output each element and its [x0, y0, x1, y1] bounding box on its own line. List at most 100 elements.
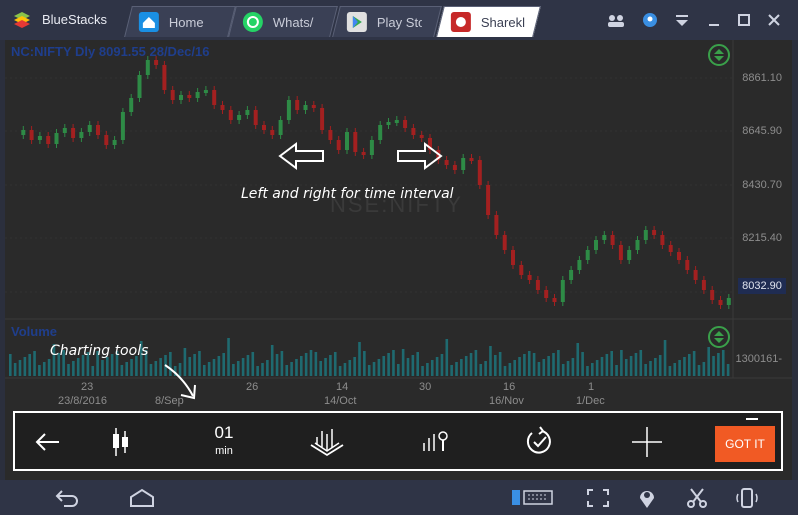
close-icon[interactable] [764, 10, 784, 30]
volume-bar [9, 354, 12, 376]
volume-bar [673, 363, 677, 376]
candle-body [527, 275, 532, 280]
volume-bar [527, 351, 531, 376]
volume-bar [421, 366, 424, 376]
location-pin-icon[interactable] [633, 486, 661, 510]
candle-body [469, 158, 474, 161]
volume-bar [290, 362, 293, 376]
tab-play-store[interactable]: Play Sto [332, 6, 442, 37]
candle-body [170, 90, 175, 100]
location-icon[interactable] [640, 10, 660, 30]
refresh-timer-icon[interactable] [520, 423, 560, 461]
volume-bar [28, 354, 31, 376]
volume-bar [270, 345, 274, 376]
minimize-icon[interactable] [704, 10, 724, 30]
scissors-icon[interactable] [683, 486, 711, 510]
menu-icon[interactable] [672, 10, 692, 30]
tab-home[interactable]: Home [124, 6, 236, 37]
volume-bar [227, 338, 230, 376]
volume-toggle-icon[interactable] [708, 326, 730, 348]
candle-body [21, 130, 26, 135]
volume-bar [678, 360, 681, 376]
volume-bar [406, 358, 410, 376]
whatsapp-icon [242, 12, 263, 32]
volume-bar [663, 340, 667, 376]
rotate-device-icon[interactable] [733, 486, 761, 510]
volume-bar [275, 354, 279, 376]
volume-bar [178, 363, 182, 376]
volume-bar [552, 353, 555, 376]
candle-body [311, 105, 316, 108]
volume-bar [13, 363, 17, 376]
chart-toggle-icon[interactable] [708, 44, 730, 66]
users-icon[interactable] [606, 10, 626, 30]
studies-book-icon[interactable] [307, 423, 347, 461]
maximize-icon[interactable] [734, 10, 754, 30]
home-nav-icon[interactable] [128, 486, 156, 510]
candle-body [179, 95, 183, 100]
crosshair-icon[interactable] [627, 423, 667, 461]
volume-bar [149, 364, 153, 376]
volume-bar [697, 365, 701, 376]
date-axis-label: 1/Dec [576, 395, 605, 407]
volume-bar [610, 351, 613, 376]
candle-body [403, 120, 408, 128]
got-it-button[interactable]: GOT IT [715, 426, 775, 462]
candle-body [544, 290, 549, 298]
volume-bar [101, 360, 104, 376]
volume-bar [654, 358, 657, 376]
candle-body [477, 160, 482, 185]
volume-bar [348, 360, 352, 376]
volume-bar [304, 353, 308, 376]
play-store-icon [346, 12, 367, 32]
volume-bar [644, 364, 647, 376]
volume-axis-label: 1300161- [735, 353, 783, 365]
tab-whatsapp[interactable]: Whats/ [228, 6, 338, 37]
volume-bar [33, 351, 36, 376]
volume-bar [460, 359, 463, 376]
price-axis-label: 8861.10 [742, 72, 782, 84]
volume-bar [615, 365, 618, 376]
volume-bar [469, 353, 473, 376]
candle-body [46, 136, 51, 144]
candlestick-series [21, 56, 731, 309]
volume-bar [207, 362, 211, 376]
volume-bar [261, 363, 264, 376]
back-arrow-icon[interactable] [29, 423, 69, 461]
candle-body [718, 300, 723, 305]
time-interval-hint: Left and right for time interval [241, 186, 454, 202]
candle-body [195, 92, 200, 98]
volume-bar [591, 363, 594, 376]
time-interval-button[interactable]: 01 min [204, 423, 244, 461]
candle-body [361, 152, 366, 155]
candle-body [610, 235, 615, 245]
date-axis-label: 1 [588, 381, 595, 393]
back-icon[interactable] [52, 486, 80, 510]
candle-body [237, 115, 242, 120]
candle-body [444, 160, 449, 165]
indicator-settings-icon[interactable] [415, 423, 455, 461]
candle-body [71, 128, 76, 138]
candlestick-icon[interactable] [101, 423, 141, 461]
volume-bar [309, 350, 313, 376]
volume-bar [537, 362, 541, 376]
candle-body [145, 60, 150, 75]
keyboard-icon[interactable] [510, 486, 553, 510]
fullscreen-icon[interactable] [584, 486, 612, 510]
volume-bar [343, 363, 347, 376]
volume-bar [251, 352, 255, 376]
volume-bar [571, 358, 575, 376]
candle-body [162, 65, 167, 90]
candle-body [419, 135, 424, 138]
volume-bar [712, 356, 715, 376]
volume-bar [246, 355, 250, 376]
candle-body [345, 132, 349, 150]
candle-body [303, 105, 308, 110]
candle-body [104, 135, 109, 145]
date-axis-label: 8/Sep [155, 395, 184, 407]
tab-sharekhan[interactable]: Sharekl [436, 6, 541, 37]
volume-bar [518, 357, 521, 376]
candle-body [660, 235, 665, 245]
volume-bar [566, 361, 570, 376]
candle-body [286, 100, 291, 120]
